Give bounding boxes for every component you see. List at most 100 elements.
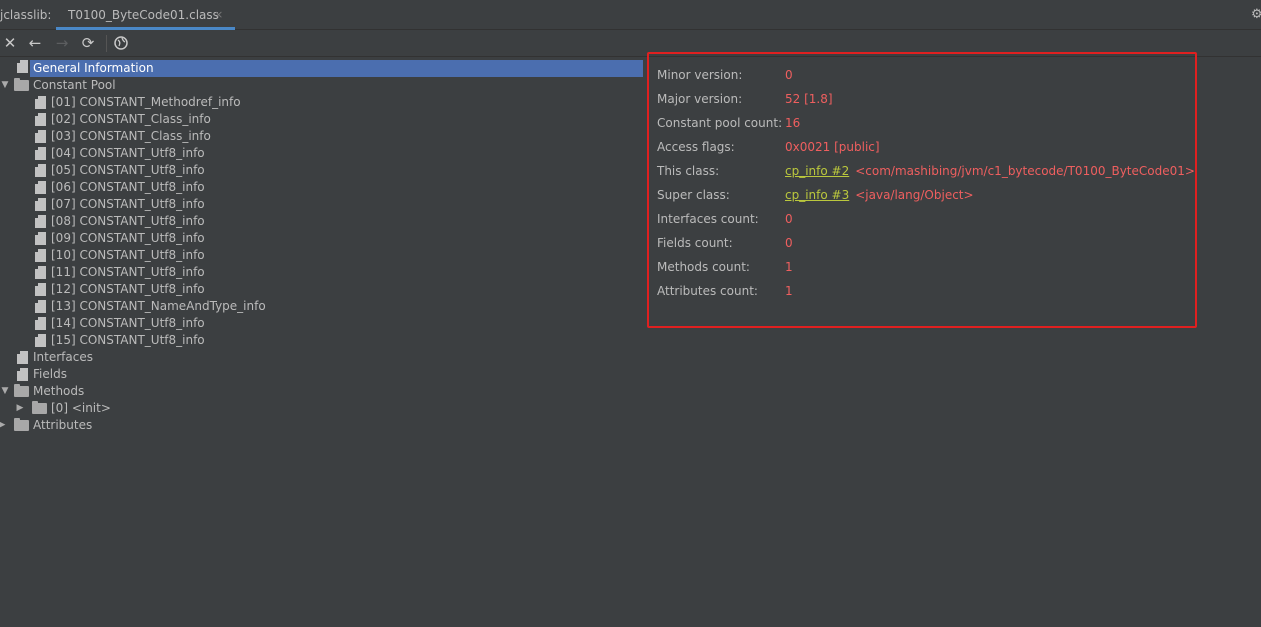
tree-item-label: [04] CONSTANT_Utf8_info xyxy=(51,146,205,160)
tree-item-constant[interactable]: [03] CONSTANT_Class_info xyxy=(0,128,300,145)
tree-item-attributes[interactable]: ▶ Attributes xyxy=(0,417,300,434)
file-icon xyxy=(35,147,46,160)
file-icon xyxy=(35,300,46,313)
tree-item-interfaces[interactable]: Interfaces xyxy=(0,349,300,366)
tree-item-label: Methods xyxy=(33,384,85,398)
tab-bar: jclasslib: T0100_ByteCode01.class × ⚙ xyxy=(0,0,1261,30)
this-class-value: <com/mashibing/jvm/c1_bytecode/T0100_Byt… xyxy=(855,164,1195,178)
tree-item-method-init[interactable]: ▶ [0] <init> xyxy=(0,400,300,417)
tree-item-label: [14] CONSTANT_Utf8_info xyxy=(51,316,205,330)
tree-item-constant[interactable]: [04] CONSTANT_Utf8_info xyxy=(0,145,300,162)
tab-title: T0100_ByteCode01.class xyxy=(68,8,219,22)
tree-item-label: [01] CONSTANT_Methodref_info xyxy=(51,95,241,109)
minor-version-value: 0 xyxy=(785,68,793,82)
tree-item-fields[interactable]: Fields xyxy=(0,366,300,383)
file-icon xyxy=(35,181,46,194)
this-class-label: This class: xyxy=(657,164,720,178)
file-icon xyxy=(35,130,46,143)
tree-item-constant[interactable]: [07] CONSTANT_Utf8_info xyxy=(0,196,300,213)
tree-item-constant-pool[interactable]: ▼ Constant Pool xyxy=(0,77,300,94)
tree-item-constant[interactable]: [10] CONSTANT_Utf8_info xyxy=(0,247,300,264)
file-icon xyxy=(35,96,46,109)
tab-close-icon[interactable]: × xyxy=(214,8,223,21)
tree-item-methods[interactable]: ▼ Methods xyxy=(0,383,300,400)
access-flags-value: 0x0021 [public] xyxy=(785,140,880,154)
file-icon xyxy=(35,266,46,279)
super-class-label: Super class: xyxy=(657,188,730,202)
access-flags-label: Access flags: xyxy=(657,140,735,154)
tree-item-general-information[interactable]: General Information xyxy=(30,60,643,77)
file-icon xyxy=(35,164,46,177)
tree-item-constant[interactable]: [11] CONSTANT_Utf8_info xyxy=(0,264,300,281)
collapse-arrow-icon[interactable]: ▶ xyxy=(15,400,25,417)
fields-count-label: Fields count: xyxy=(657,236,733,250)
expand-arrow-icon[interactable]: ▼ xyxy=(0,383,10,400)
tree-item-label: Interfaces xyxy=(33,350,93,364)
interfaces-count-label: Interfaces count: xyxy=(657,212,759,226)
tree-item-label: [11] CONSTANT_Utf8_info xyxy=(51,265,205,279)
tree-item-label: Fields xyxy=(33,367,67,381)
tree-item-constant[interactable]: [14] CONSTANT_Utf8_info xyxy=(0,315,300,332)
tree-item-constant[interactable]: [12] CONSTANT_Utf8_info xyxy=(0,281,300,298)
tree-item-constant[interactable]: [06] CONSTANT_Utf8_info xyxy=(0,179,300,196)
general-information-panel: Minor version: 0 Major version: 52 [1.8]… xyxy=(647,52,1197,328)
tree-item-label: [07] CONSTANT_Utf8_info xyxy=(51,197,205,211)
constant-pool-count-value: 16 xyxy=(785,116,801,130)
folder-icon xyxy=(14,384,29,397)
file-icon xyxy=(35,232,46,245)
file-icon xyxy=(35,198,46,211)
tree-item-constant[interactable]: [15] CONSTANT_Utf8_info xyxy=(0,332,300,349)
tree-item-label: [02] CONSTANT_Class_info xyxy=(51,112,211,126)
gear-icon[interactable]: ⚙ xyxy=(1251,7,1261,22)
forward-icon[interactable]: → xyxy=(53,33,71,53)
collapse-arrow-icon[interactable]: ▶ xyxy=(0,417,7,434)
tree-item-constant[interactable]: [13] CONSTANT_NameAndType_info xyxy=(0,298,300,315)
tree-item-label: [0] <init> xyxy=(51,401,111,415)
tree-item-constant[interactable]: [08] CONSTANT_Utf8_info xyxy=(0,213,300,230)
super-class-value: <java/lang/Object> xyxy=(855,188,974,202)
file-icon xyxy=(35,113,46,126)
browser-icon[interactable] xyxy=(112,33,130,53)
super-class-cp-link[interactable]: cp_info #3 xyxy=(785,188,849,202)
refresh-icon[interactable]: ⟳ xyxy=(79,33,97,53)
tree-item-label: [08] CONSTANT_Utf8_info xyxy=(51,214,205,228)
close-icon[interactable]: ✕ xyxy=(1,33,19,53)
attributes-count-value: 1 xyxy=(785,284,793,298)
file-icon xyxy=(17,60,28,73)
methods-count-label: Methods count: xyxy=(657,260,750,274)
file-icon xyxy=(35,215,46,228)
expand-arrow-icon[interactable]: ▼ xyxy=(0,77,10,94)
file-icon xyxy=(17,368,28,381)
tree-item-label: [15] CONSTANT_Utf8_info xyxy=(51,333,205,347)
tree-item-label: [09] CONSTANT_Utf8_info xyxy=(51,231,205,245)
attributes-count-label: Attributes count: xyxy=(657,284,758,298)
folder-icon xyxy=(14,78,29,91)
tree-item-label: [06] CONSTANT_Utf8_info xyxy=(51,180,205,194)
tree-item-constant[interactable]: [05] CONSTANT_Utf8_info xyxy=(0,162,300,179)
interfaces-count-value: 0 xyxy=(785,212,793,226)
tool-window-title: jclasslib: xyxy=(0,8,52,22)
tab-bytecode-class[interactable]: T0100_ByteCode01.class × xyxy=(56,0,235,30)
tree-item-label: [12] CONSTANT_Utf8_info xyxy=(51,282,205,296)
major-version-value: 52 [1.8] xyxy=(785,92,833,106)
back-icon[interactable]: ← xyxy=(26,33,44,53)
fields-count-value: 0 xyxy=(785,236,793,250)
methods-count-value: 1 xyxy=(785,260,793,274)
minor-version-label: Minor version: xyxy=(657,68,743,82)
tree-item-constant[interactable]: [01] CONSTANT_Methodref_info xyxy=(0,94,300,111)
file-icon xyxy=(17,351,28,364)
tree-item-label: Constant Pool xyxy=(33,78,116,92)
file-icon xyxy=(35,334,46,347)
tree-item-label: [05] CONSTANT_Utf8_info xyxy=(51,163,205,177)
tree-item-label: General Information xyxy=(33,61,154,75)
file-icon xyxy=(35,317,46,330)
this-class-value-group: cp_info #2 <com/mashibing/jvm/c1_bytecode… xyxy=(785,164,1195,178)
structure-tree[interactable]: General Information ▼ Constant Pool [01]… xyxy=(0,58,645,627)
tree-item-label: [03] CONSTANT_Class_info xyxy=(51,129,211,143)
folder-icon xyxy=(32,401,47,414)
tree-item-constant[interactable]: [02] CONSTANT_Class_info xyxy=(0,111,300,128)
this-class-cp-link[interactable]: cp_info #2 xyxy=(785,164,849,178)
tree-item-constant[interactable]: [09] CONSTANT_Utf8_info xyxy=(0,230,300,247)
file-icon xyxy=(35,283,46,296)
super-class-value-group: cp_info #3 <java/lang/Object> xyxy=(785,188,974,202)
